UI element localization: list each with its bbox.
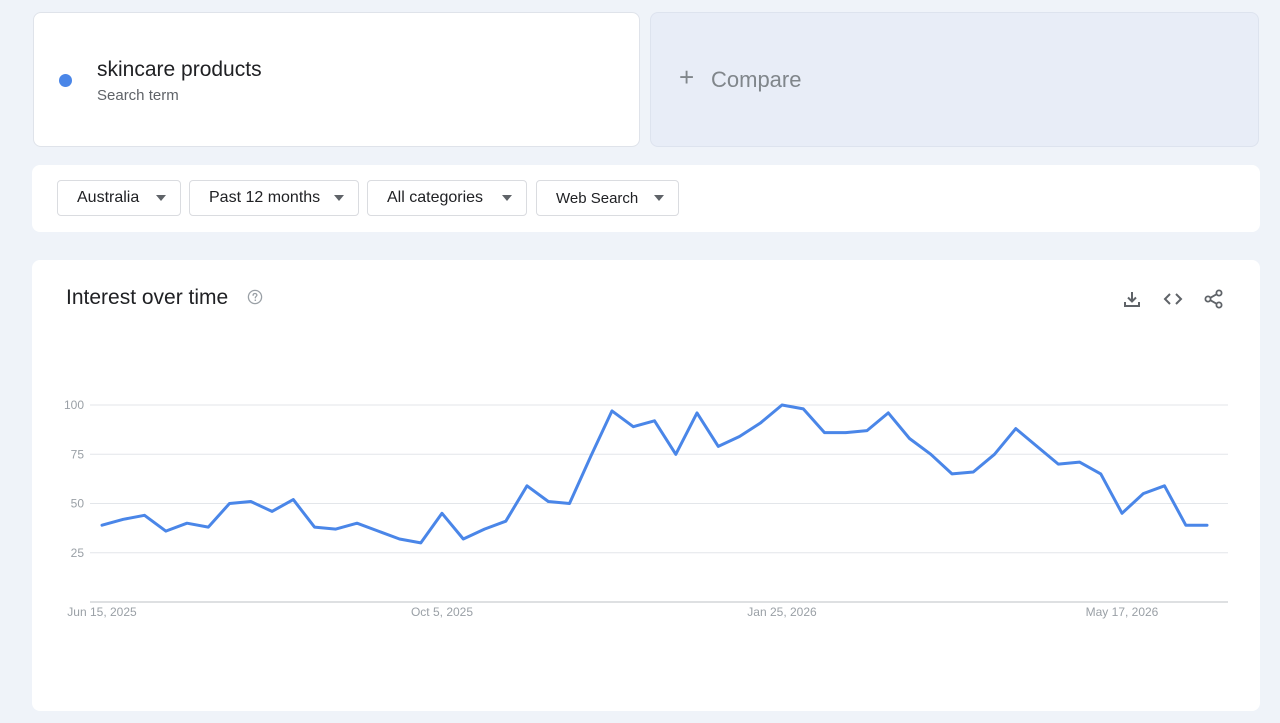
data-point[interactable]: [185, 522, 189, 525]
data-point[interactable]: [695, 411, 699, 415]
data-point[interactable]: [483, 527, 486, 531]
data-point[interactable]: [972, 470, 975, 474]
data-point[interactable]: [1078, 460, 1081, 464]
region-dropdown[interactable]: Australia: [57, 180, 181, 216]
download-icon[interactable]: [1121, 288, 1143, 310]
y-tick-label: 25: [71, 546, 85, 560]
data-point[interactable]: [122, 518, 125, 521]
chart-title: Interest over time: [66, 286, 229, 309]
caret-down-icon: [334, 195, 344, 201]
time-range-dropdown[interactable]: Past 12 months: [189, 180, 359, 216]
data-point[interactable]: [462, 537, 465, 541]
caret-down-icon: [156, 195, 166, 201]
search-term-card[interactable]: skincare products Search term: [33, 12, 640, 147]
data-point[interactable]: [780, 403, 784, 407]
data-point[interactable]: [1014, 427, 1017, 430]
search-property-dropdown-label: Web Search: [556, 189, 639, 207]
caret-down-icon: [654, 195, 664, 201]
chart-x-tick-labels: Jun 15, 2025 Oct 5, 2025 Jan 25, 2026 May 1…: [67, 605, 1158, 619]
data-point[interactable]: [738, 435, 741, 438]
data-point[interactable]: [653, 419, 656, 422]
data-point[interactable]: [100, 523, 104, 527]
data-point[interactable]: [632, 425, 635, 428]
data-point[interactable]: [823, 431, 826, 434]
region-dropdown-label: Australia: [77, 189, 140, 206]
search-property-dropdown[interactable]: Web Search: [536, 180, 679, 216]
data-point[interactable]: [993, 453, 996, 456]
data-point[interactable]: [610, 409, 614, 413]
data-point[interactable]: [1205, 523, 1209, 527]
data-point[interactable]: [1142, 492, 1145, 495]
interest-over-time-chart: 25 50 75 100 Jun 15, 2025 Oct 5, 2025 Jan 25,…: [64, 398, 1228, 619]
chart-y-tick-labels: 25 50 75 100: [64, 398, 84, 560]
time-range-dropdown-label: Past 12 months: [209, 189, 321, 206]
data-point[interactable]: [547, 500, 550, 503]
category-dropdown-label: All categories: [387, 189, 484, 206]
caret-down-icon: [502, 195, 512, 201]
data-point[interactable]: [759, 421, 762, 424]
data-point[interactable]: [164, 529, 167, 533]
embed-code-icon[interactable]: [1162, 288, 1184, 310]
x-tick-label: May 17, 2026: [1086, 605, 1159, 619]
data-point[interactable]: [589, 455, 592, 458]
y-tick-label: 100: [64, 398, 84, 412]
data-point[interactable]: [887, 411, 890, 415]
search-term-type: Search term: [97, 87, 179, 104]
compare-label: Compare: [711, 67, 802, 92]
share-icon[interactable]: [1203, 288, 1225, 310]
data-point[interactable]: [1099, 472, 1102, 476]
series-line[interactable]: [100, 403, 1209, 545]
data-point[interactable]: [568, 502, 571, 505]
data-point[interactable]: [844, 431, 847, 434]
data-point[interactable]: [419, 541, 422, 545]
y-tick-label: 50: [71, 497, 85, 511]
x-tick-label: Oct 5, 2025: [411, 605, 473, 619]
data-point[interactable]: [674, 453, 677, 456]
data-point[interactable]: [249, 500, 252, 503]
data-point[interactable]: [802, 407, 805, 411]
x-tick-label: Jun 15, 2025: [67, 605, 137, 619]
data-point[interactable]: [950, 472, 954, 476]
data-point[interactable]: [1184, 523, 1187, 527]
data-point[interactable]: [525, 484, 529, 487]
data-point[interactable]: [292, 498, 295, 501]
data-point[interactable]: [313, 525, 316, 529]
data-point[interactable]: [865, 429, 869, 432]
data-point[interactable]: [929, 453, 932, 456]
help-circle-icon[interactable]: [247, 289, 263, 305]
y-tick-label: 75: [71, 447, 85, 461]
category-dropdown[interactable]: All categories: [367, 180, 527, 216]
data-point[interactable]: [355, 522, 359, 525]
data-point[interactable]: [377, 529, 380, 533]
data-point[interactable]: [1120, 512, 1124, 515]
data-point[interactable]: [143, 514, 146, 517]
data-point[interactable]: [207, 525, 210, 529]
series-color-dot: [59, 74, 72, 87]
chart-series: [100, 403, 1209, 545]
x-tick-label: Jan 25, 2026: [747, 605, 817, 619]
data-point[interactable]: [270, 510, 274, 513]
data-point[interactable]: [504, 520, 507, 523]
data-point[interactable]: [1163, 484, 1166, 487]
data-point[interactable]: [1035, 445, 1039, 448]
filter-bar: Australia Past 12 months All categories …: [32, 165, 1260, 232]
interest-over-time-card: 25 50 75 100 Jun 15, 2025 Oct 5, 2025 Jan 25,…: [32, 260, 1260, 711]
data-point[interactable]: [1057, 462, 1060, 466]
data-point[interactable]: [717, 445, 720, 448]
data-point[interactable]: [334, 527, 337, 531]
compare-button[interactable]: + Compare: [650, 12, 1259, 147]
chart-gridlines: [90, 404, 1228, 603]
data-point[interactable]: [398, 537, 401, 541]
plus-icon: +: [679, 62, 695, 92]
search-term-name[interactable]: skincare products: [97, 58, 262, 82]
data-point[interactable]: [228, 502, 231, 505]
data-point[interactable]: [440, 512, 444, 515]
data-point[interactable]: [908, 437, 911, 440]
